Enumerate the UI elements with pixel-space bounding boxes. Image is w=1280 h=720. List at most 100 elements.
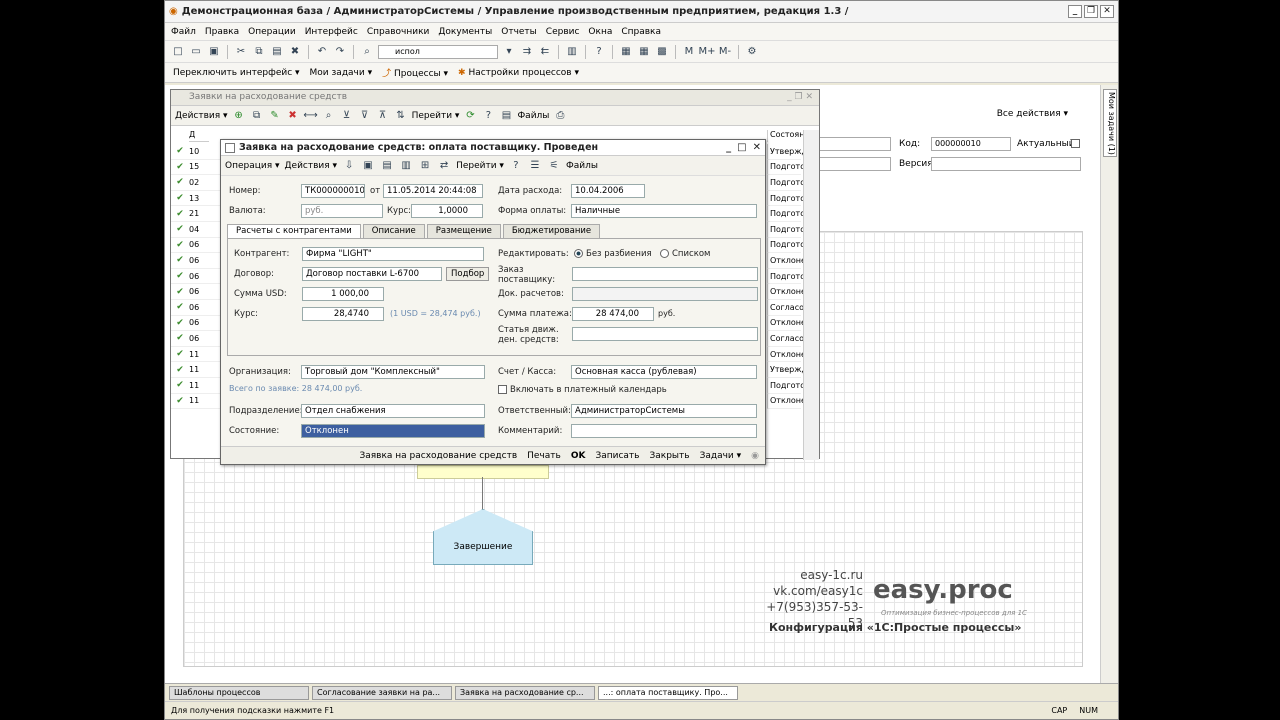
sort-icon[interactable]: ⇅ bbox=[394, 109, 408, 123]
mark-delete-icon[interactable]: ✖ bbox=[286, 109, 300, 123]
files-icon[interactable]: ▤ bbox=[499, 109, 513, 123]
resp-field[interactable]: АдминистраторСистемы bbox=[571, 404, 757, 418]
pay-sum-field[interactable]: 28 474,00 bbox=[572, 307, 654, 321]
tab-description[interactable]: Описание bbox=[362, 224, 425, 238]
menu-reports[interactable]: Отчеты bbox=[501, 27, 537, 37]
help-icon[interactable]: ? bbox=[592, 45, 606, 59]
my-tasks-button[interactable]: Мои задачи ▾ bbox=[310, 68, 373, 78]
comment-field[interactable] bbox=[571, 424, 757, 438]
unpost-icon[interactable]: ▥ bbox=[399, 159, 413, 173]
search-down-icon[interactable]: ▾ bbox=[502, 45, 516, 59]
find-list-icon[interactable]: ⌕ bbox=[322, 109, 336, 123]
windows-icon[interactable]: ▥ bbox=[565, 45, 579, 59]
memory-button[interactable]: M bbox=[682, 45, 696, 59]
radio-no-split[interactable]: Без разбиения bbox=[574, 249, 652, 259]
print-icon[interactable]: ⎙ bbox=[553, 109, 567, 123]
tab-budgeting[interactable]: Бюджетирование bbox=[502, 224, 601, 238]
all-actions-button[interactable]: Все действия ▾ bbox=[997, 109, 1068, 119]
interval-icon[interactable]: ⟷ bbox=[303, 109, 317, 123]
table-row[interactable]: ✔ 11 bbox=[171, 347, 226, 363]
task-requests[interactable]: Заявка на расходование ср... bbox=[455, 685, 595, 700]
tasks-button[interactable]: Задачи ▾ bbox=[700, 451, 742, 461]
my-tasks-tab[interactable]: Мои задачи (1) bbox=[1103, 89, 1117, 157]
row-state[interactable]: Утвержд bbox=[767, 144, 807, 160]
save-icon[interactable]: ▣ bbox=[207, 45, 221, 59]
list-scrollbar[interactable] bbox=[803, 130, 819, 460]
row-state[interactable]: Согласо bbox=[767, 299, 804, 316]
sum-usd-field[interactable]: 1 000,00 bbox=[302, 287, 384, 301]
cut-icon[interactable]: ✂ bbox=[234, 45, 248, 59]
search-prev-icon[interactable]: ⇇ bbox=[538, 45, 552, 59]
row-state[interactable]: Подгото bbox=[767, 175, 805, 191]
switch-interface-button[interactable]: Переключить интерфейс ▾ bbox=[173, 68, 300, 78]
menu-windows[interactable]: Окна bbox=[588, 27, 612, 37]
table-row[interactable]: ✔ 11 bbox=[171, 394, 226, 410]
col-header-date[interactable]: Д bbox=[189, 130, 209, 142]
row-state[interactable]: Отклоне bbox=[767, 393, 806, 410]
org-field[interactable]: Торговый дом "Комплексный" bbox=[301, 365, 485, 379]
col-header-state[interactable]: Состоян bbox=[767, 130, 804, 142]
restore-button[interactable]: ❐ bbox=[1084, 5, 1098, 18]
print-button[interactable]: Печать bbox=[527, 451, 561, 461]
row-state[interactable]: Согласо bbox=[767, 331, 804, 347]
date-field[interactable]: 11.05.2014 20:44:08 bbox=[383, 184, 483, 198]
calendar-checkbox[interactable]: Включать в платежный календарь bbox=[498, 385, 667, 395]
table-row[interactable]: ✔ 04 bbox=[171, 222, 226, 238]
table-row[interactable]: ✔ 02 bbox=[171, 175, 226, 191]
add-icon[interactable]: ⊕ bbox=[232, 109, 246, 123]
movements-icon[interactable]: ⇄ bbox=[437, 159, 451, 173]
dialog-maximize-button[interactable]: □ bbox=[737, 142, 746, 153]
new-icon[interactable]: □ bbox=[171, 45, 185, 59]
task-approval[interactable]: Согласование заявки на ра... bbox=[312, 685, 452, 700]
copy-icon[interactable]: ⧉ bbox=[252, 45, 266, 59]
ok-button[interactable]: OK bbox=[571, 451, 586, 461]
number-field[interactable]: ТК000000010 bbox=[301, 184, 365, 198]
row-state[interactable]: Утвержд bbox=[767, 362, 807, 378]
settlement-doc-field[interactable] bbox=[572, 287, 758, 301]
search-next-icon[interactable]: ⇉ bbox=[520, 45, 534, 59]
memory-plus-button[interactable]: M+ bbox=[699, 45, 716, 59]
copy-row-icon[interactable]: ⧉ bbox=[250, 109, 264, 123]
redo-icon[interactable]: ↷ bbox=[333, 45, 347, 59]
row-state[interactable]: Подгото bbox=[767, 190, 805, 207]
dialog-actions-button[interactable]: Действия ▾ bbox=[285, 161, 338, 171]
table-row[interactable]: ✔ 06 bbox=[171, 269, 226, 285]
menu-edit[interactable]: Правка bbox=[205, 27, 239, 37]
menu-service[interactable]: Сервис bbox=[546, 27, 580, 37]
row-state[interactable]: Отклоне bbox=[767, 315, 806, 332]
table-row[interactable]: ✔ 06 bbox=[171, 331, 226, 347]
menu-documents[interactable]: Документы bbox=[438, 27, 492, 37]
tab-placement[interactable]: Размещение bbox=[426, 224, 501, 238]
close-dialog-button[interactable]: Закрыть bbox=[649, 451, 689, 461]
table-row[interactable]: ✔ 06 bbox=[171, 300, 226, 316]
row-state[interactable]: Отклоне bbox=[767, 284, 806, 300]
select-button[interactable]: Подбор bbox=[446, 267, 490, 281]
pay-form-field[interactable]: Наличные bbox=[571, 204, 757, 218]
minimize-button[interactable]: _ bbox=[1068, 5, 1082, 18]
settings-list-icon[interactable]: ⚟ bbox=[547, 159, 561, 173]
post-close-icon[interactable]: ⇩ bbox=[342, 159, 356, 173]
save-doc-icon[interactable]: ▣ bbox=[361, 159, 375, 173]
search-input[interactable]: испол bbox=[378, 44, 498, 59]
order-field[interactable] bbox=[572, 267, 758, 281]
radio-list[interactable]: Списком bbox=[660, 249, 710, 259]
refresh-icon[interactable]: ⟳ bbox=[463, 109, 477, 123]
structure-icon[interactable]: ⊞ bbox=[418, 159, 432, 173]
processes-button[interactable]: ⤴ Процессы ▾ bbox=[382, 66, 448, 79]
memory-minus-button[interactable]: M- bbox=[718, 45, 732, 59]
dialog-close-button[interactable]: ✕ bbox=[753, 142, 761, 153]
dialog-help-icon[interactable]: ? bbox=[509, 159, 523, 173]
table-row[interactable]: ✔ 06 bbox=[171, 316, 226, 332]
pay-date-field[interactable]: 10.04.2006 bbox=[571, 184, 645, 198]
filter-icon[interactable]: ⊻ bbox=[340, 109, 354, 123]
cash-item-field[interactable] bbox=[572, 327, 758, 341]
delete-icon[interactable]: ✖ bbox=[288, 45, 302, 59]
info-icon[interactable]: ◉ bbox=[751, 451, 759, 461]
calendar-icon[interactable]: ▦ bbox=[619, 45, 633, 59]
list-view-icon[interactable]: ☰ bbox=[528, 159, 542, 173]
menu-file[interactable]: Файл bbox=[171, 27, 196, 37]
code-field[interactable]: 000000010 bbox=[931, 137, 1011, 151]
table-row[interactable]: ✔ 10 bbox=[171, 144, 226, 160]
rate-field[interactable]: 1,0000 bbox=[411, 204, 483, 218]
dept-field[interactable]: Отдел снабжения bbox=[301, 404, 485, 418]
